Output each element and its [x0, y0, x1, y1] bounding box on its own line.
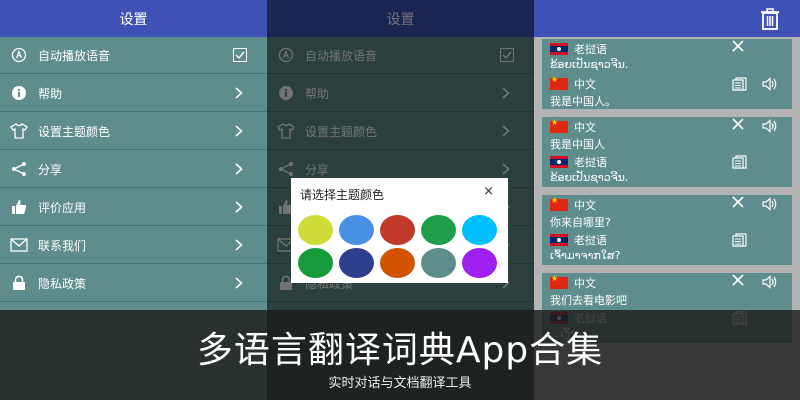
china-flag-icon	[550, 75, 568, 90]
banner-title: 多语言翻译词典App合集	[196, 330, 604, 371]
theme-color-swatch[interactable]	[462, 248, 497, 278]
translation-text: ຂ້ອຍເປັນຊາວຈີນ.	[550, 171, 629, 184]
translation-text: 我是中国人	[550, 138, 605, 151]
dialog-close-button[interactable]: ×	[483, 184, 494, 199]
settings-menu-item[interactable]: 设置主题颜色	[0, 113, 267, 150]
language-name: 中文	[574, 277, 596, 290]
shirt-icon	[10, 122, 28, 140]
translation-card: 中文你来自哪里? 老挝语 ເຈົ້າມາຈາກໃສ?	[542, 195, 792, 265]
share-icon	[10, 160, 28, 178]
theme-color-dialog: 请选择主题颜色 ×	[291, 178, 508, 283]
language-name: 中文	[574, 78, 596, 91]
settings-menu-item[interactable]: 评价应用	[0, 189, 267, 226]
language-name: 中文	[574, 121, 596, 134]
autoplay-icon	[10, 46, 28, 64]
menu-item-label: 隐私政策	[38, 276, 87, 291]
language-label-row: 中文	[550, 118, 596, 135]
language-label-row: 老挝语	[550, 232, 607, 248]
close-icon[interactable]	[732, 118, 744, 134]
laos-flag-icon	[550, 156, 568, 168]
translation-card: 老挝语 ຂ້ອຍເປັນຊາວຈີນ. 中文我是中国人。	[542, 39, 792, 109]
translation-text: ຂ້ອຍເປັນຊາວຈີນ.	[550, 58, 629, 71]
settings-menu-item[interactable]: 联系我们	[0, 227, 267, 264]
theme-color-swatch[interactable]	[339, 215, 374, 245]
translation-text: 我们去看电影吧	[550, 294, 627, 307]
lock-icon	[10, 274, 28, 292]
close-icon[interactable]	[732, 196, 744, 212]
chevron-right-icon	[229, 239, 249, 251]
language-label-row: 中文	[550, 274, 596, 291]
close-icon[interactable]	[732, 274, 744, 290]
theme-color-swatch[interactable]	[380, 248, 415, 278]
china-flag-icon	[550, 196, 568, 211]
chevron-right-icon	[229, 201, 249, 213]
theme-color-swatch[interactable]	[380, 215, 415, 245]
language-name: 老挝语	[574, 234, 607, 247]
close-icon[interactable]	[732, 40, 744, 56]
language-name: 老挝语	[574, 156, 607, 169]
language-name: 中文	[574, 199, 596, 212]
copy-icon[interactable]	[732, 233, 748, 247]
menu-item-label: 帮助	[38, 86, 63, 101]
trash-icon[interactable]	[760, 8, 780, 30]
theme-color-swatch[interactable]	[339, 248, 374, 278]
chevron-right-icon	[229, 87, 249, 99]
speaker-icon[interactable]	[762, 197, 778, 211]
speaker-icon[interactable]	[762, 275, 778, 289]
speaker-icon[interactable]	[762, 119, 778, 133]
copy-icon[interactable]	[732, 77, 748, 91]
translation-text: ເຈົ້າມາຈາກໃສ?	[550, 249, 621, 262]
theme-color-swatch[interactable]	[421, 215, 456, 245]
chevron-right-icon	[229, 277, 249, 289]
settings-header: 设置	[0, 0, 267, 37]
menu-item-label: 自动播放语音	[38, 48, 111, 63]
language-name: 老挝语	[574, 43, 607, 56]
banner-subtitle: 实时对话与文档翻译工具	[328, 376, 472, 391]
autoplay-checkbox[interactable]	[233, 48, 247, 62]
laos-flag-icon	[550, 234, 568, 246]
menu-item-label: 设置主题颜色	[38, 124, 111, 139]
settings-title: 设置	[119, 11, 148, 28]
history-header	[534, 0, 800, 37]
info-icon	[10, 84, 28, 102]
translation-card: 中文我是中国人老挝语 ຂ້ອຍເປັນຊາວຈີນ.	[542, 117, 792, 187]
menu-item-label: 联系我们	[38, 238, 87, 253]
theme-color-swatch[interactable]	[298, 215, 333, 245]
language-label-row: 中文	[550, 75, 596, 92]
settings-menu-item[interactable]: 分享	[0, 151, 267, 188]
thumbs-up-icon	[10, 198, 28, 216]
theme-color-swatch[interactable]	[421, 248, 456, 278]
translation-text: 我是中国人。	[550, 95, 616, 108]
translation-text: 你来自哪里?	[550, 216, 611, 229]
laos-flag-icon	[550, 43, 568, 55]
settings-menu-item[interactable]: 自动播放语音	[0, 37, 267, 74]
china-flag-icon	[550, 118, 568, 133]
chevron-right-icon	[229, 125, 249, 137]
language-label-row: 老挝语	[550, 154, 607, 170]
chevron-right-icon	[229, 163, 249, 175]
language-label-row: 老挝语	[550, 41, 607, 57]
settings-menu-item[interactable]: 帮助	[0, 75, 267, 112]
theme-color-swatch[interactable]	[462, 215, 497, 245]
mail-icon	[10, 236, 28, 254]
language-label-row: 中文	[550, 196, 596, 213]
dialog-title: 请选择主题颜色	[300, 188, 385, 202]
settings-menu-item[interactable]: 隐私政策	[0, 265, 267, 302]
menu-item-label: 评价应用	[38, 200, 87, 215]
china-flag-icon	[550, 274, 568, 289]
speaker-icon[interactable]	[762, 77, 778, 91]
copy-icon[interactable]	[732, 155, 748, 169]
theme-color-swatch[interactable]	[298, 248, 333, 278]
menu-item-label: 分享	[38, 162, 63, 177]
